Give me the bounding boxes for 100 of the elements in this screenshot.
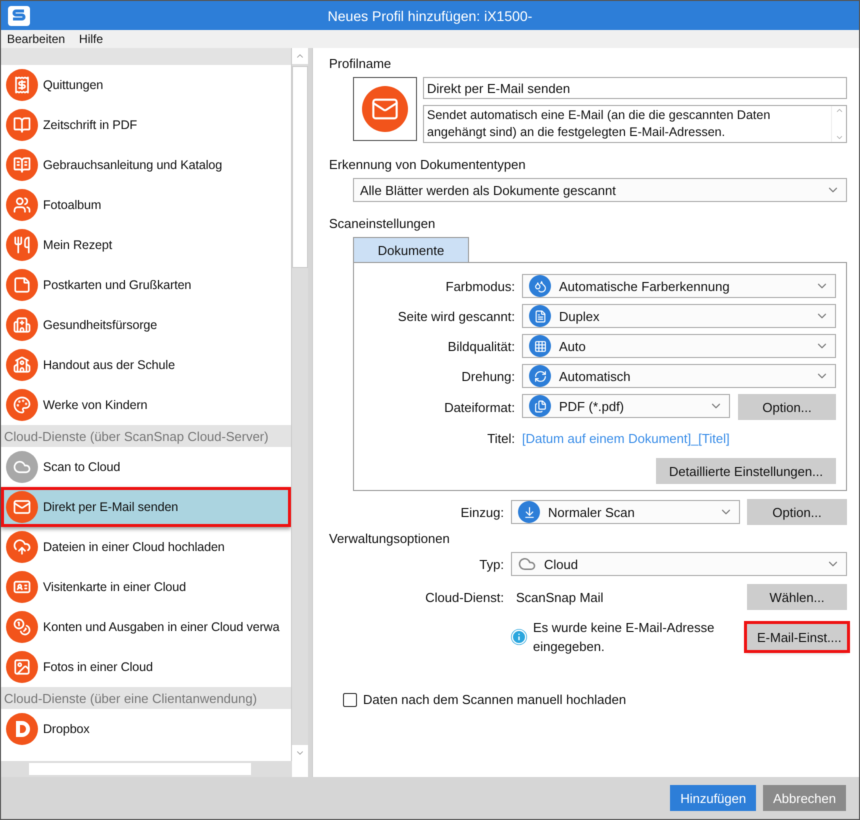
item-label: Handout aus der Schule: [43, 358, 175, 372]
email-settings-button[interactable]: E-Mail-Einst....: [747, 624, 847, 650]
magazine-icon: [6, 109, 38, 141]
info-message: Es wurde keine E-Mail-Adresse eingegeben.: [533, 619, 716, 656]
cloud-upload-icon: [6, 531, 38, 563]
item-label: Fotos in einer Cloud: [43, 660, 153, 674]
photo-album-icon: [6, 189, 38, 221]
menu-item[interactable]: Bearbeiten: [7, 32, 66, 46]
cloud-service-value: ScanSnap Mail: [515, 590, 604, 604]
setting-label: Drehung:: [460, 368, 515, 384]
add-button[interactable]: Hinzufügen: [670, 785, 756, 811]
school-icon: [6, 349, 38, 381]
profile-list-item[interactable]: Dateien in einer Cloud hochladen: [1, 527, 291, 567]
setting-dropdown[interactable]: Duplex: [522, 304, 836, 328]
type-dropdown[interactable]: Cloud: [511, 552, 847, 576]
section-label: Scaneinstellungen: [329, 216, 436, 231]
feed-icon: [518, 501, 540, 523]
document-type-dropdown[interactable]: Alle Blätter werden als Dokumente gescannt: [353, 178, 847, 202]
upload-checkbox[interactable]: Daten nach dem Scannen manuell hochladen: [343, 692, 847, 707]
feed-dropdown[interactable]: Normaler Scan: [511, 500, 740, 524]
feed-label: Einzug:: [460, 504, 504, 520]
profile-list-item[interactable]: Quittungen: [1, 65, 291, 105]
rotate-icon: [529, 365, 551, 387]
color-mode-icon: [529, 275, 551, 297]
item-label: Konten und Ausgaben in einer Cloud verwa: [43, 620, 280, 634]
hospital-icon: [6, 309, 38, 341]
profile-list-item[interactable]: Scan to Cloud: [1, 447, 291, 487]
profile-list-item[interactable]: Fotos in einer Cloud: [1, 647, 291, 687]
vertical-scrollbar[interactable]: [291, 48, 308, 761]
type-label: Typ:: [478, 556, 504, 572]
item-label: Visitenkarte in einer Cloud: [43, 580, 186, 594]
profile-list-item[interactable]: Direkt per E-Mail senden: [1, 487, 291, 527]
catalog-icon: [6, 149, 38, 181]
item-label: Mein Rezept: [43, 238, 112, 252]
files-icon: [529, 395, 551, 417]
cutlery-icon: [6, 229, 38, 261]
item-label: Werke von Kindern: [43, 398, 148, 412]
info-icon: [511, 629, 527, 645]
section-header: Cloud-Dienste (über ScanSnap Cloud-Server): [1, 425, 291, 447]
profile-list-item[interactable]: Zeitschrift in PDF: [1, 105, 291, 145]
cloud-icon: [6, 451, 38, 483]
item-label: Dateien in einer Cloud hochladen: [43, 540, 225, 554]
window-title: Neues Profil hinzufügen: iX1500-: [326, 8, 534, 24]
postcard-icon: [6, 269, 38, 301]
tab[interactable]: Dokumente: [353, 237, 469, 262]
profile-list-item[interactable]: Gesundheitsfürsorge: [1, 305, 291, 345]
setting-label: Titel:: [486, 430, 515, 446]
section-header: Cloud-Dienste (über eine Clientanwendung): [1, 687, 291, 709]
setting-label: Bildqualität:: [446, 338, 515, 354]
quality-icon: [529, 335, 551, 357]
mail-icon: [362, 86, 408, 132]
option-button[interactable]: Option...: [738, 394, 836, 420]
setting-label: Farbmodus:: [444, 278, 515, 294]
section-label: Verwaltungsoptionen: [329, 531, 451, 546]
section-label: Erkennung von Dokumententypen: [329, 157, 527, 172]
profile-list-item[interactable]: Konten und Ausgaben in einer Cloud verwa: [1, 607, 291, 647]
item-label: Gesundheitsfürsorge: [43, 318, 158, 332]
section-label: Profilname: [329, 56, 392, 71]
setting-label: Dateiformat:: [443, 400, 515, 414]
profile-icon-box[interactable]: [353, 77, 417, 141]
business-card-icon: [6, 571, 38, 603]
coins-icon: [6, 611, 38, 643]
profile-list-item[interactable]: Mein Rezept: [1, 225, 291, 265]
profile-list-item[interactable]: Visitenkarte in einer Cloud: [1, 567, 291, 607]
item-label: Fotoalbum: [43, 198, 102, 212]
cloud-icon: [518, 555, 536, 573]
item-label: Zeitschrift in PDF: [43, 118, 138, 132]
setting-dropdown[interactable]: Automatisch: [522, 364, 836, 388]
profile-list-item[interactable]: Gebrauchsanleitung und Katalog: [1, 145, 291, 185]
setting-dropdown[interactable]: Automatische Farberkennung: [522, 274, 836, 298]
document-icon: [529, 305, 551, 327]
profile-name-field[interactable]: Direkt per E-Mail senden: [423, 77, 847, 99]
image-icon: [6, 651, 38, 683]
horizontal-scrollbar[interactable]: [1, 761, 292, 777]
scroll-down-icon[interactable]: [834, 133, 844, 142]
profile-list-item[interactable]: Handout aus der Schule: [1, 345, 291, 385]
profile-list-item[interactable]: Dropbox: [1, 709, 291, 749]
detail-settings-button[interactable]: Detaillierte Einstellungen...: [656, 458, 836, 484]
profile-list-item[interactable]: Werke von Kindern: [1, 385, 291, 425]
cloud-service-label: Cloud-Dienst:: [424, 590, 504, 604]
item-label: Postkarten und Grußkarten: [43, 278, 192, 292]
item-label: Dropbox: [43, 722, 90, 736]
app-logo-icon: [7, 4, 31, 26]
drawing-icon: [6, 389, 38, 421]
setting-dropdown[interactable]: Auto: [522, 334, 836, 358]
setting-dropdown[interactable]: PDF (*.pdf): [522, 394, 730, 418]
choose-button[interactable]: Wählen...: [747, 584, 847, 610]
item-label: Gebrauchsanleitung und Katalog: [43, 158, 222, 172]
description-field[interactable]: Sendet automatisch eine E-Mail (an die die gescannten Daten angehängt sind) an die festgelegten E-Mail-Adressen.: [423, 105, 847, 143]
item-label: Scan to Cloud: [43, 460, 120, 474]
item-label: Direkt per E-Mail senden: [43, 500, 178, 514]
option-button[interactable]: Option...: [747, 499, 847, 525]
menu-item[interactable]: Hilfe: [79, 32, 104, 46]
scroll-up-icon[interactable]: [834, 106, 844, 115]
receipt-icon: [6, 69, 38, 101]
profile-list-item[interactable]: Fotoalbum: [1, 185, 291, 225]
item-label: Quittungen: [43, 78, 104, 92]
setting-label: Seite wird gescannt:: [396, 308, 515, 324]
profile-list-item[interactable]: Postkarten und Grußkarten: [1, 265, 291, 305]
letter-d-icon: [6, 713, 38, 745]
